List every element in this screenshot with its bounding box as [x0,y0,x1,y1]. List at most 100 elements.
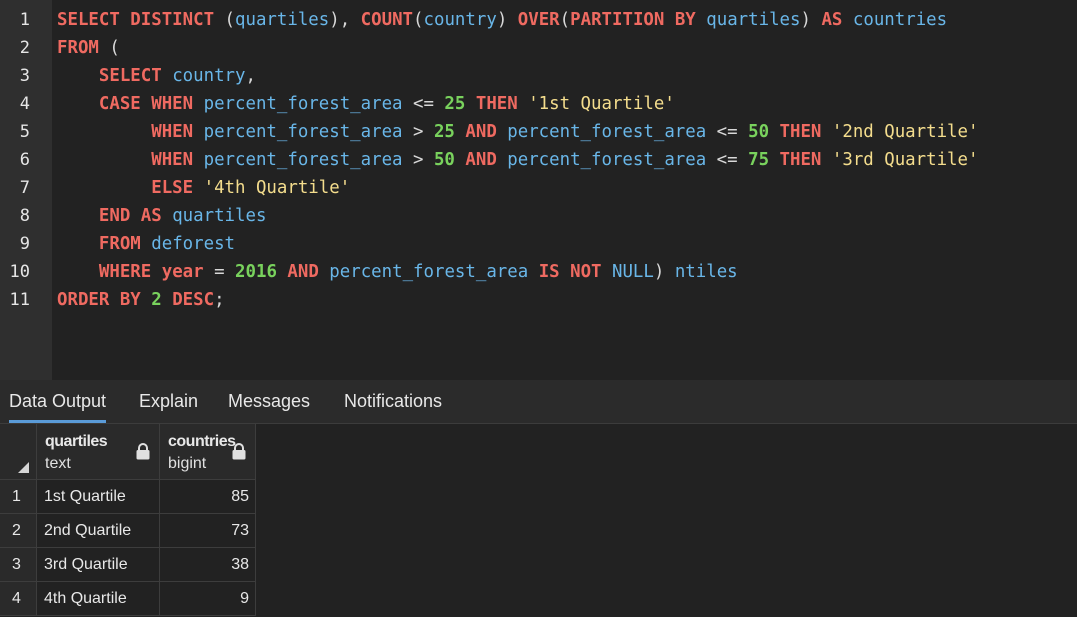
select-all-icon [18,462,29,473]
code-token: ELSE [151,178,204,198]
column-name: quartiles [45,433,108,450]
line-number: 3 [19,66,30,86]
code-token: = [214,262,236,282]
code-token: percent_forest_area [507,122,717,142]
code-token: 2 [151,290,173,310]
row-number[interactable]: 3 [0,548,37,582]
code-line[interactable]: WHERE year = 2016 AND percent_forest_are… [57,258,738,286]
column-header-quartiles[interactable]: quartiles text [37,424,160,480]
code-token: '1st Quartile' [528,94,675,114]
line-number: 11 [9,290,30,310]
tab-notifications[interactable]: Notifications [344,380,442,423]
code-line[interactable]: SELECT country, [57,62,256,90]
code-line[interactable]: FROM deforest [57,230,235,258]
tab-data-output[interactable]: Data Output [9,380,107,423]
line-number: 2 [19,38,30,58]
code-token: percent_forest_area [203,122,413,142]
code-token: SELECT DISTINCT [57,10,225,30]
column-type: text [45,455,71,472]
line-number: 10 [9,262,30,282]
cell-quartiles[interactable]: 2nd Quartile [37,514,160,548]
code-line[interactable]: ELSE '4th Quartile' [57,174,350,202]
code-token: FROM [57,38,110,58]
code-token: THEN [475,94,529,114]
code-token: year [161,262,215,282]
code-line[interactable]: CASE WHEN percent_forest_area <= 25 THEN… [57,90,675,118]
code-line[interactable]: WHEN percent_forest_area > 25 AND percen… [57,118,978,146]
code-token: deforest [151,234,236,254]
code-token: ), [329,10,361,30]
code-token: END AS [98,206,173,226]
column-type: bigint [168,455,207,472]
code-token: AND [287,262,330,282]
code-token: SELECT [98,66,173,86]
select-all-corner[interactable] [0,424,37,480]
code-token: ( [224,10,236,30]
data-output-grid: quartiles text countries bigint 1 1st Qu… [0,424,1077,617]
code-token: IS NOT [538,262,612,282]
code-token: WHERE [98,262,162,282]
code-token: 75 [748,150,780,170]
row-number[interactable]: 4 [0,582,37,616]
table-row[interactable]: 3 3rd Quartile 38 [0,548,256,582]
tab-messages[interactable]: Messages [228,380,310,423]
row-number[interactable]: 1 [0,480,37,514]
code-token: > [413,150,434,170]
cell-quartiles[interactable]: 3rd Quartile [37,548,160,582]
table-row[interactable]: 2 2nd Quartile 73 [0,514,256,548]
line-number: 9 [19,234,30,254]
code-token: ) [800,10,822,30]
cell-quartiles[interactable]: 1st Quartile [37,480,160,514]
line-number: 8 [19,206,30,226]
table-row[interactable]: 1 1st Quartile 85 [0,480,256,514]
code-token: OVER [517,10,560,30]
code-token: AS [821,10,853,30]
code-token: THEN [779,122,832,142]
row-number[interactable]: 2 [0,514,37,548]
code-line[interactable]: WHEN percent_forest_area > 50 AND percen… [57,146,978,174]
lock-icon [232,443,246,460]
cell-countries[interactable]: 85 [160,480,256,514]
code-token: quartiles [172,206,267,226]
code-token: ORDER BY [57,290,152,310]
sql-editor[interactable]: 1 2 3 4 5 6 7 8 9 10 11 SELECT DISTINCT (quartiles)… [0,0,1077,380]
code-line[interactable]: ORDER BY 2 DESC; [57,286,225,314]
code-token: ) [653,262,675,282]
cell-countries[interactable]: 73 [160,514,256,548]
code-token: country [423,10,497,30]
code-token: <= [413,94,445,114]
code-token: ( [413,10,424,30]
code-token: quartiles [235,10,330,30]
code-line[interactable]: END AS quartiles [57,202,267,230]
cell-quartiles[interactable]: 4th Quartile [37,582,160,616]
code-token: > [413,122,434,142]
results-tab-bar: Data Output Explain Messages Notificatio… [0,380,1077,424]
cell-countries[interactable]: 9 [160,582,256,616]
code-token: FROM [98,234,152,254]
code-line[interactable]: SELECT DISTINCT (quartiles), COUNT(count… [57,6,947,34]
code-token: percent_forest_area [203,94,413,114]
code-token: <= [716,150,749,170]
table-row[interactable]: 4 4th Quartile 9 [0,582,256,616]
code-line[interactable]: FROM ( [57,34,120,62]
code-token: 25 [444,94,476,114]
code-token: , [245,66,256,86]
code-token: '3rd Quartile' [831,150,979,170]
line-number: 7 [19,178,30,198]
tab-explain[interactable]: Explain [139,380,198,423]
cell-countries[interactable]: 38 [160,548,256,582]
line-number: 5 [19,122,30,142]
code-token: '4th Quartile' [203,178,351,198]
column-header-countries[interactable]: countries bigint [160,424,256,480]
code-token: ( [109,38,120,58]
lock-icon [136,443,150,460]
code-token: '2nd Quartile' [831,122,979,142]
code-token: percent_forest_area [329,262,539,282]
line-number: 6 [19,150,30,170]
code-token: 50 [433,150,466,170]
